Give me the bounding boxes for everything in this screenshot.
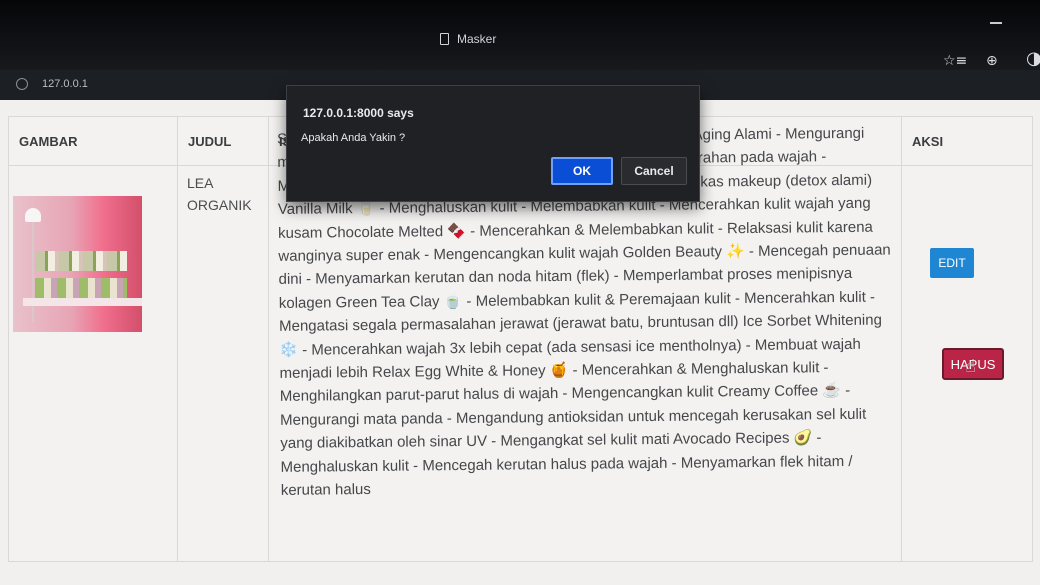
lamp-pole-shape: [32, 222, 34, 322]
product-image: [13, 196, 142, 332]
profile-icon[interactable]: ◑: [1026, 48, 1040, 69]
site-info-icon[interactable]: [16, 78, 28, 90]
browser-title-bar: Masker ☆≡ ⊕ ◑: [0, 0, 1040, 70]
product-jars-row: [35, 278, 127, 298]
aksi-cell: EDIT HAPUS ☝: [901, 165, 1033, 562]
collections-icon[interactable]: ⊕: [986, 53, 998, 69]
dialog-message: Apakah Anda Yakin ?: [301, 132, 406, 144]
window-title-text: Masker: [457, 32, 497, 46]
header-gambar: GAMBAR: [8, 116, 178, 166]
table-row: LEA ORGANIK Strawberry - Mencerahkan & M…: [8, 125, 1033, 562]
dialog-origin: 127.0.0.1:8000 says: [303, 106, 414, 120]
header-judul: JUDUL: [177, 116, 269, 166]
product-jars-row: [35, 251, 127, 271]
document-icon: [440, 33, 449, 45]
confirm-dialog: 127.0.0.1:8000 says Apakah Anda Yakin ? …: [286, 85, 700, 202]
table-top-shape: [23, 298, 142, 306]
address-url[interactable]: 127.0.0.1: [42, 78, 88, 90]
favorites-icon[interactable]: ☆≡: [943, 53, 967, 69]
ok-button[interactable]: OK: [551, 157, 613, 185]
minimize-button[interactable]: [990, 22, 1002, 24]
gambar-cell: [8, 165, 178, 562]
window-title: Masker: [440, 30, 496, 48]
header-aksi: AKSI: [901, 116, 1033, 166]
hand-cursor-icon: ☝: [965, 356, 976, 377]
lamp-shape: [25, 208, 41, 222]
edit-button[interactable]: EDIT: [930, 248, 974, 278]
isi-cell: Strawberry - Mencerahkan & Melembabkan K…: [268, 125, 902, 562]
judul-cell: LEA ORGANIK: [177, 165, 269, 562]
cancel-button[interactable]: Cancel: [621, 157, 687, 185]
